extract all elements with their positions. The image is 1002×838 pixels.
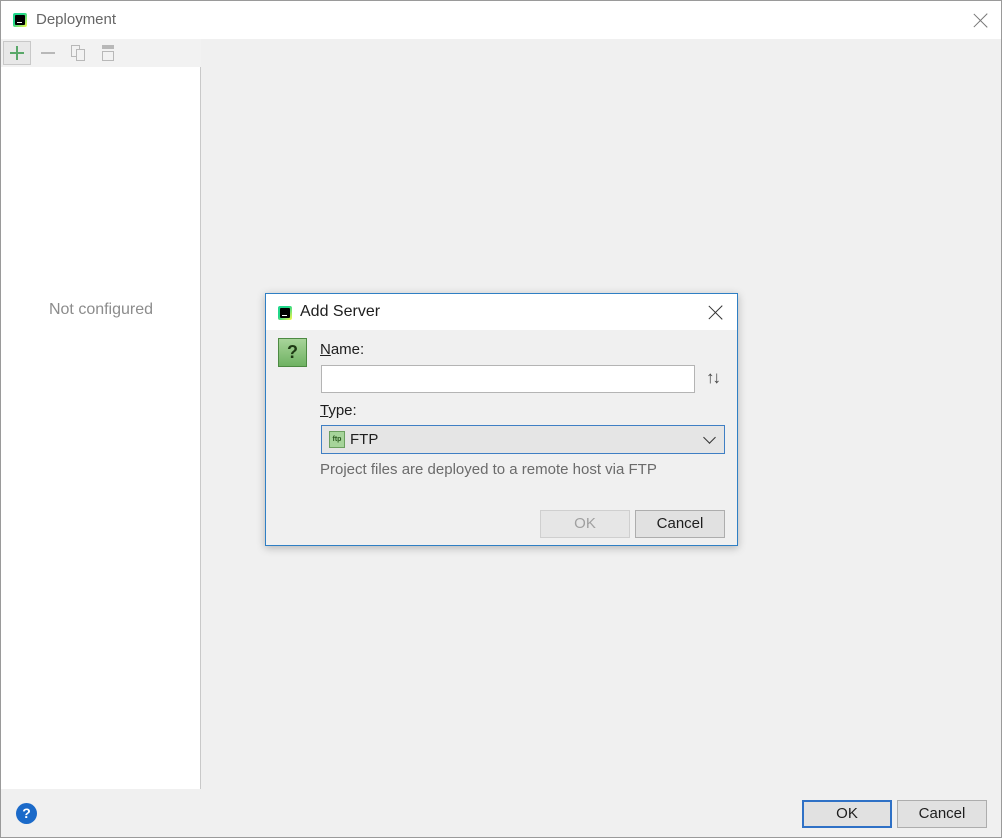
help-icon[interactable]: ? — [16, 803, 37, 824]
minus-icon — [41, 52, 55, 54]
deployment-window: Deployment Not configured ? OK Cancel Ad… — [0, 0, 1002, 838]
server-type-value: FTP — [350, 431, 379, 448]
dialog-ok-button[interactable]: OK — [540, 510, 630, 538]
sort-icon[interactable]: ↑↓ — [706, 368, 721, 388]
pycharm-app-icon — [13, 13, 27, 27]
server-name-input[interactable] — [321, 365, 695, 393]
add-server-dialog: Add Server ? Name: ↑↓ Type: ftp FTP Proj… — [265, 293, 738, 546]
chevron-down-icon — [703, 431, 716, 444]
name-label: Name: — [320, 341, 365, 358]
empty-list-message: Not configured — [48, 301, 154, 318]
dialog-close-icon[interactable] — [708, 304, 724, 320]
window-close-icon[interactable] — [973, 12, 989, 28]
window-title: Deployment — [36, 11, 117, 28]
type-label: Type: — [320, 402, 357, 419]
remove-server-button[interactable] — [37, 41, 65, 65]
ok-button[interactable]: OK — [802, 800, 892, 828]
window-footer: ? OK Cancel — [1, 789, 1001, 837]
server-list-toolbar — [1, 39, 201, 67]
dialog-title: Add Server — [300, 303, 381, 320]
dialog-cancel-button[interactable]: Cancel — [635, 510, 725, 538]
copy-server-button[interactable] — [67, 41, 95, 65]
type-description: Project files are deployed to a remote h… — [320, 461, 657, 478]
server-type-select[interactable]: ftp FTP — [321, 425, 725, 454]
pycharm-app-icon — [278, 306, 292, 320]
add-server-button[interactable] — [3, 41, 31, 65]
server-list-panel: Not configured — [1, 39, 201, 789]
window-titlebar: Deployment — [1, 1, 1001, 39]
set-default-button[interactable] — [97, 41, 125, 65]
cancel-button[interactable]: Cancel — [897, 800, 987, 828]
ftp-icon: ftp — [329, 431, 345, 448]
question-icon: ? — [278, 338, 307, 367]
dialog-titlebar: Add Server — [266, 294, 737, 330]
